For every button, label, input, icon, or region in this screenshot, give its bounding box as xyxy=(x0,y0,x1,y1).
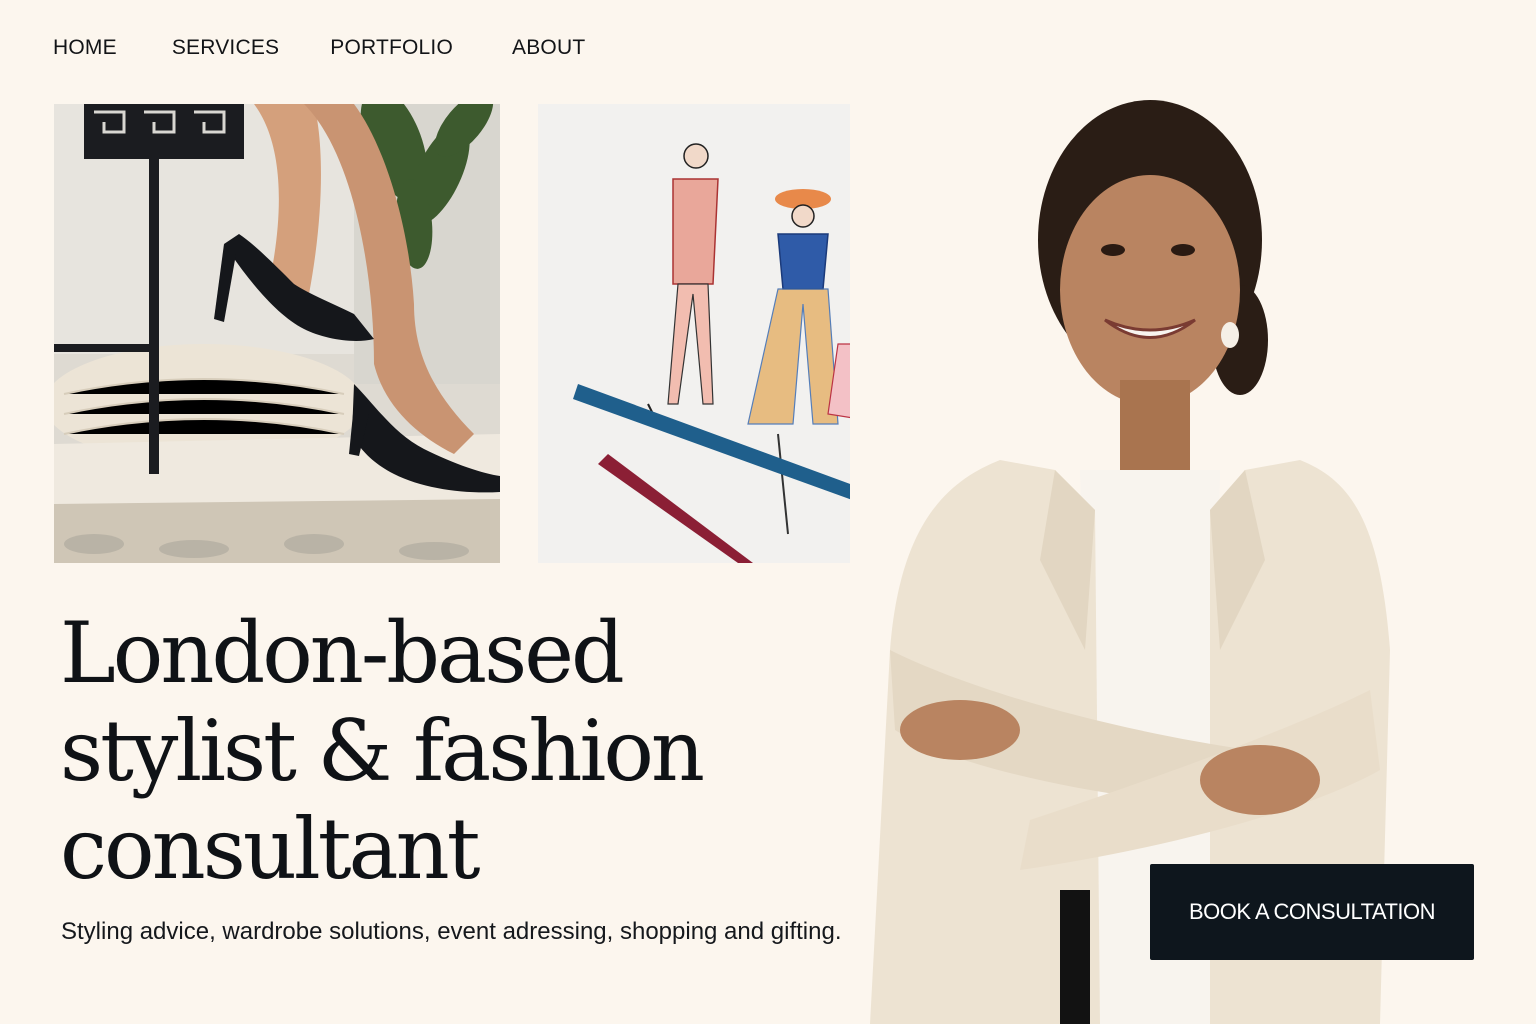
sketches-illustration xyxy=(538,104,891,563)
book-consultation-button[interactable]: BOOK A CONSULTATION xyxy=(1150,864,1474,960)
shoes-illustration xyxy=(54,104,500,563)
headline-line-1: London-based xyxy=(60,604,625,702)
headline-line-2: stylist & fashion xyxy=(60,702,705,800)
nav-portfolio-link[interactable]: PORTFOLIO xyxy=(330,36,453,60)
sketches-photo xyxy=(538,104,891,563)
main-nav: HOME SERVICES PORTFOLIO ABOUT xyxy=(53,36,585,60)
nav-home-link[interactable]: HOME xyxy=(53,36,117,60)
nav-services-link[interactable]: SERVICES xyxy=(172,36,279,60)
shoes-photo xyxy=(54,104,500,563)
nav-about-link[interactable]: ABOUT xyxy=(512,36,585,60)
hero-headline: London-based stylist & fashion consultan… xyxy=(60,604,780,898)
hero-subline: Styling advice, wardrobe solutions, even… xyxy=(61,918,842,945)
headline-line-3: consultant xyxy=(60,800,480,898)
